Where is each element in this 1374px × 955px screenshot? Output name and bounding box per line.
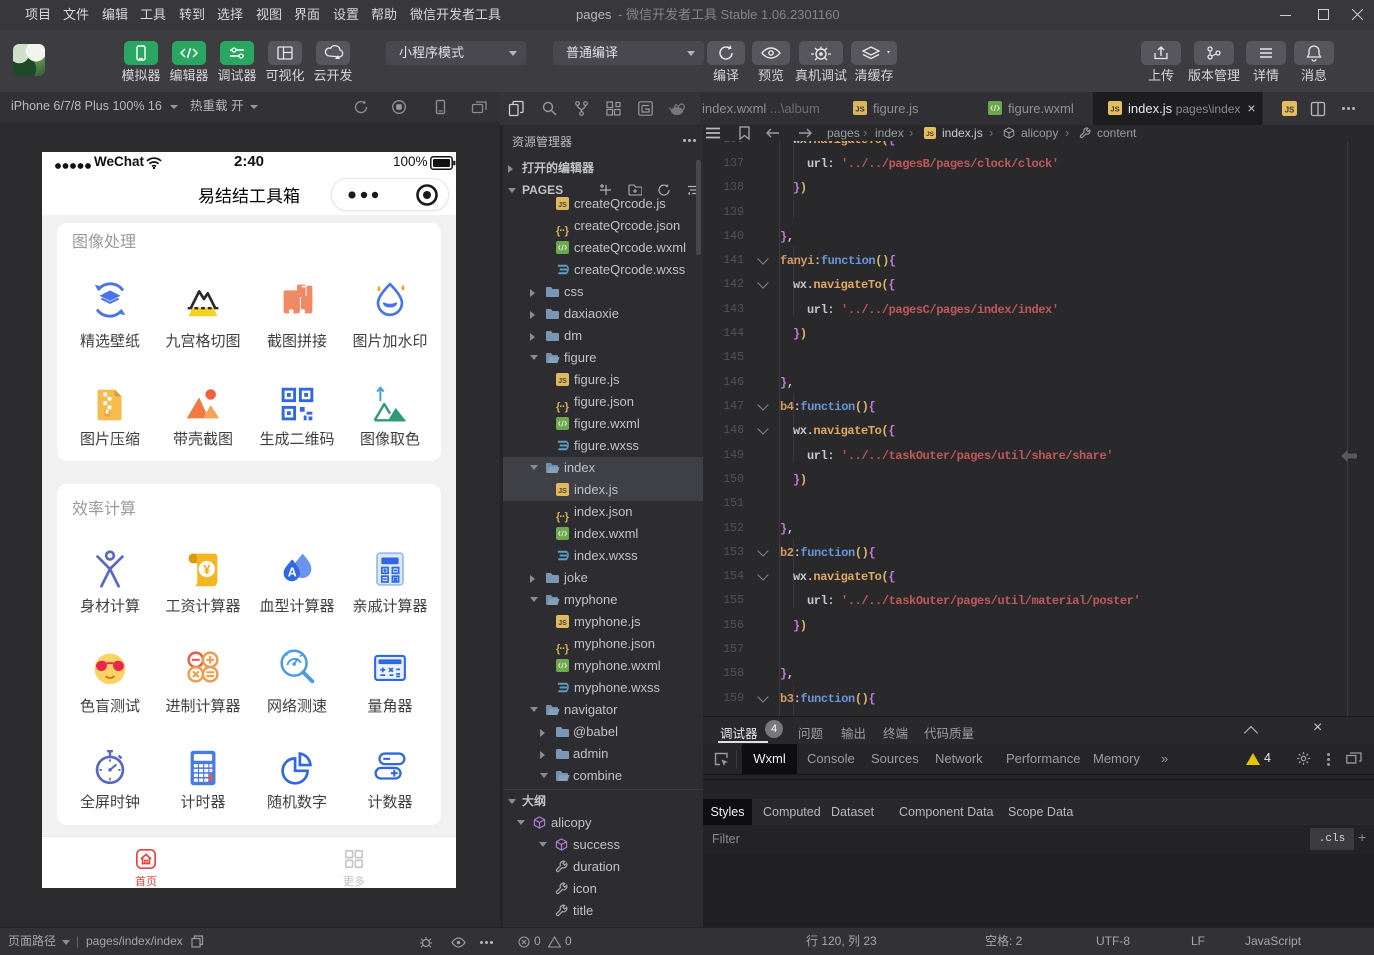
- svg-text:¥: ¥: [203, 563, 210, 577]
- svg-text:JS: JS: [558, 378, 567, 385]
- svg-text:JS: JS: [558, 620, 567, 627]
- svg-text:JS: JS: [1110, 105, 1119, 114]
- svg-text:JS: JS: [926, 131, 935, 138]
- svg-text:A: A: [288, 566, 297, 580]
- svg-text:JS: JS: [1285, 105, 1295, 114]
- svg-text:JS: JS: [558, 202, 567, 209]
- svg-text:JS: JS: [558, 488, 567, 495]
- svg-text:JS: JS: [855, 105, 864, 114]
